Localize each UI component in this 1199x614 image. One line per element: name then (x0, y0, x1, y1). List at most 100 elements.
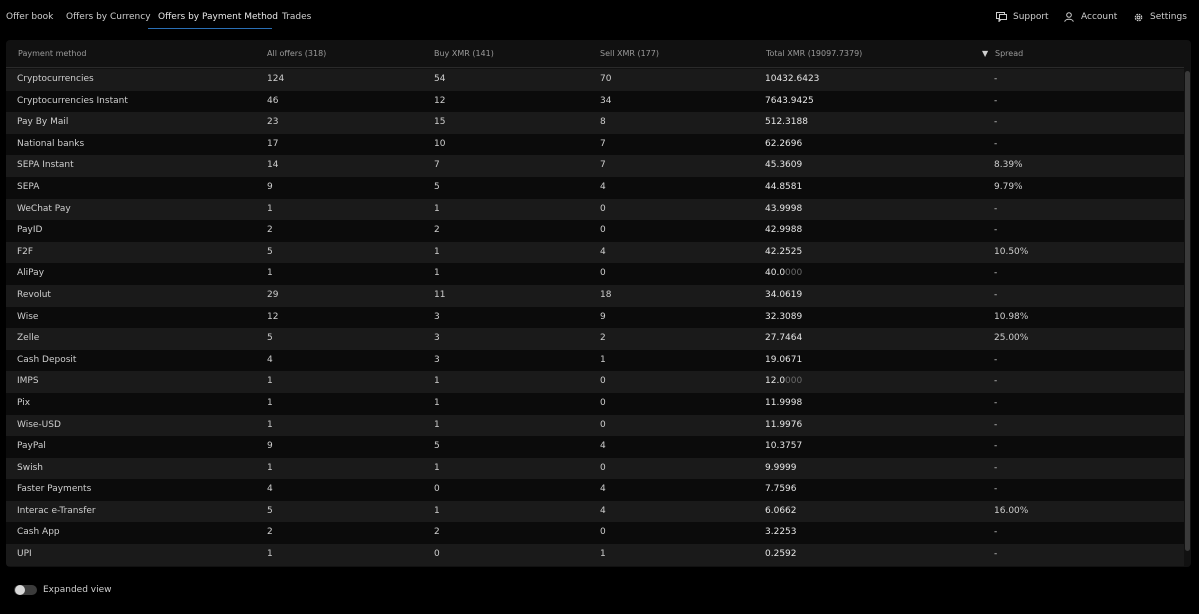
sell-xmr-cell: 8 (600, 117, 606, 128)
total-xmr-value: 6.0662 (765, 505, 797, 516)
tab-offers-by-payment-method[interactable]: Offers by Payment Method (158, 0, 278, 30)
table-scrollbar[interactable] (1184, 69, 1191, 567)
payment-method-cell: Revolut (17, 289, 51, 300)
scrollbar-thumb[interactable] (1185, 71, 1190, 551)
all-offers-cell: 9 (267, 181, 273, 192)
table-row[interactable]: Pix 1 1 0 11.9998 - (6, 392, 1184, 415)
spread-cell: - (994, 74, 998, 84)
buy-xmr-cell: 1 (434, 419, 440, 430)
table-row[interactable]: Wise 12 3 9 32.3089 10.98% (6, 306, 1184, 329)
spread-cell: - (994, 549, 998, 560)
all-offers-cell: 1 (267, 462, 273, 473)
total-xmr-cell: 34.0619 (765, 285, 802, 307)
tab-trades[interactable]: Trades (282, 0, 311, 30)
payment-method-cell: Zelle (17, 333, 40, 344)
sort-descending-icon: ▼ (982, 49, 989, 58)
table-row[interactable]: AliPay 1 1 0 40.0000 - (6, 263, 1184, 285)
buy-xmr-cell: 12 (434, 95, 446, 106)
table-row[interactable]: Pay By Mail 23 15 8 512.3188 - (6, 112, 1184, 134)
column-header-all-offers[interactable]: All offers (318) (267, 40, 326, 68)
buy-xmr-cell: 3 (434, 333, 440, 344)
settings-link[interactable]: Settings (1133, 0, 1195, 34)
column-header-buy-xmr[interactable]: Buy XMR (141) (434, 40, 494, 68)
table-row[interactable]: National banks 17 10 7 62.2696 - (6, 133, 1184, 156)
table-row[interactable]: Swish 1 1 0 9.9999 - (6, 457, 1184, 480)
buy-xmr-cell: 2 (434, 527, 440, 538)
table-row[interactable]: Faster Payments 4 0 4 7.7596 - (6, 479, 1184, 501)
table-row[interactable]: Interac e-Transfer 5 1 4 6.0662 16.00% (6, 500, 1184, 523)
table-row[interactable]: Revolut 29 11 18 34.0619 - (6, 284, 1184, 307)
table-row[interactable]: Cryptocurrencies Instant 46 12 34 7643.9425 - (6, 90, 1184, 113)
payment-method-cell: Wise (17, 311, 39, 322)
payment-method-cell: Pay By Mail (17, 117, 69, 128)
table-row[interactable]: PayID 2 2 0 42.9988 - (6, 220, 1184, 242)
table-row[interactable]: IMPS 1 1 0 12.0000 - (6, 371, 1184, 393)
buy-xmr-cell: 1 (434, 462, 440, 473)
sell-xmr-cell: 4 (600, 484, 606, 495)
payment-method-cell: SEPA (17, 181, 40, 192)
total-xmr-value: 32.3089 (765, 311, 803, 322)
payment-method-cell: UPI (17, 549, 32, 560)
spread-cell: - (994, 419, 998, 430)
total-xmr-value: 40.0 (765, 268, 786, 279)
table-row[interactable]: PayPal 9 5 4 10.3757 - (6, 436, 1184, 458)
total-xmr-value: 7.7596 (765, 484, 797, 495)
sell-xmr-cell: 0 (600, 268, 606, 279)
table-row[interactable]: Cash App 2 2 0 3.2253 - (6, 522, 1184, 545)
total-xmr-cell: 6.0662 (765, 501, 797, 523)
column-header-payment-method[interactable]: Payment method (18, 40, 86, 68)
all-offers-cell: 17 (267, 138, 279, 149)
table-row[interactable]: F2F 5 1 4 42.2525 10.50% (6, 241, 1184, 264)
table-row[interactable]: Cash Deposit 4 3 1 19.0671 - (6, 349, 1184, 372)
table-row[interactable]: WeChat Pay 1 1 0 43.9998 - (6, 198, 1184, 221)
buy-xmr-cell: 1 (434, 376, 440, 387)
spread-cell: - (994, 484, 998, 495)
payment-method-cell: PayPal (17, 441, 46, 452)
column-header-spread[interactable]: ▼ Spread (982, 40, 1062, 68)
total-xmr-cell: 62.2696 (765, 134, 802, 156)
payment-method-cell: WeChat Pay (17, 203, 71, 214)
table-row[interactable]: UPI 1 0 1 0.2592 - (6, 544, 1184, 566)
total-xmr-cell: 19.0671 (765, 350, 802, 372)
account-link[interactable]: Account (1064, 0, 1124, 34)
total-xmr-cell: 7643.9425 (765, 91, 814, 113)
support-link[interactable]: Support (996, 0, 1056, 34)
total-xmr-value: 34.0619 (765, 289, 803, 300)
tab-offers-by-currency[interactable]: Offers by Currency (66, 0, 151, 30)
buy-xmr-cell: 7 (434, 160, 440, 171)
column-header-sell-xmr[interactable]: Sell XMR (177) (600, 40, 659, 68)
table-row[interactable]: SEPA Instant 14 7 7 45.3609 8.39% (6, 155, 1184, 177)
buy-xmr-cell: 5 (434, 181, 440, 192)
tab-offer-book[interactable]: Offer book (6, 0, 53, 30)
total-xmr-cell: 0.2592 (765, 544, 797, 566)
total-xmr-value: 19.0671 (765, 354, 803, 365)
settings-label: Settings (1150, 12, 1187, 22)
all-offers-cell: 124 (267, 74, 285, 84)
payment-method-cell: PayID (17, 225, 43, 236)
user-icon (1064, 12, 1074, 22)
payment-method-cell: Interac e-Transfer (17, 505, 96, 516)
total-xmr-value: 42.2525 (765, 246, 803, 257)
table-row[interactable]: Wise-USD 1 1 0 11.9976 - (6, 414, 1184, 437)
buy-xmr-cell: 1 (434, 505, 440, 516)
spread-cell: - (994, 354, 998, 365)
table-row[interactable]: SEPA 9 5 4 44.8581 9.79% (6, 176, 1184, 199)
column-header-spread-label: Spread (995, 49, 1024, 58)
total-xmr-value: 42.9988 (765, 225, 803, 236)
table-row[interactable]: Zelle 5 3 2 27.7464 25.00% (6, 328, 1184, 350)
total-xmr-value: 44.8581 (765, 181, 803, 192)
all-offers-cell: 1 (267, 397, 273, 408)
column-header-total-xmr[interactable]: Total XMR (19097.7379) (766, 40, 862, 68)
total-xmr-trailing-zeros: 000 (785, 268, 803, 279)
sell-xmr-cell: 70 (600, 74, 612, 84)
all-offers-cell: 12 (267, 311, 279, 322)
total-xmr-value: 7643.9425 (765, 95, 814, 106)
total-xmr-cell: 40.0000 (765, 263, 802, 285)
all-offers-cell: 5 (267, 333, 273, 344)
sell-xmr-cell: 9 (600, 311, 606, 322)
expanded-view-toggle[interactable] (14, 585, 37, 595)
table-row[interactable]: Cryptocurrencies 124 54 70 10432.6423 - (6, 69, 1184, 91)
total-xmr-value: 45.3609 (765, 160, 803, 171)
payment-method-cell: Faster Payments (17, 484, 92, 495)
payment-method-cell: National banks (17, 138, 85, 149)
